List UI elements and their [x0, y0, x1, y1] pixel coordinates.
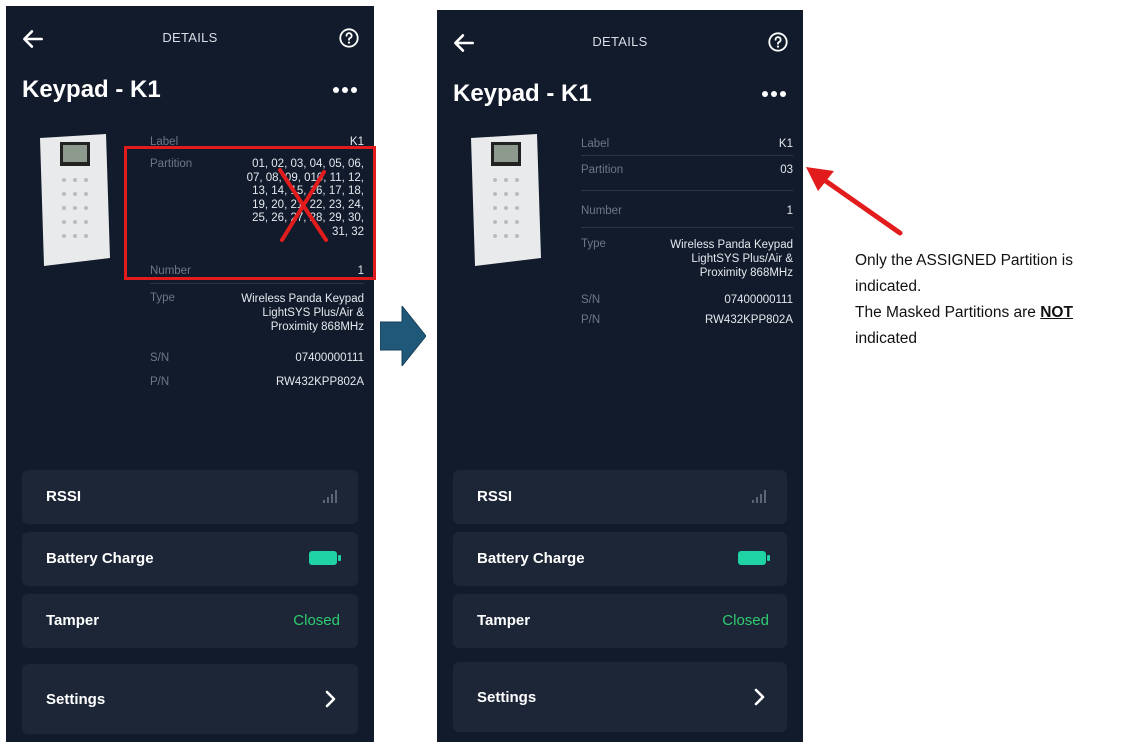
- settings-card[interactable]: Settings: [453, 662, 787, 732]
- settings-card[interactable]: Settings: [22, 664, 358, 734]
- annotation-line2-suffix: indicated: [855, 330, 918, 347]
- pointer-arrow-icon: [806, 167, 903, 236]
- highlight-box: [124, 146, 376, 280]
- detail-row-type: Type Wireless Panda Keypad LightSYS Plus…: [150, 292, 364, 334]
- tamper-card[interactable]: Tamper Closed: [22, 594, 358, 648]
- divider: [581, 155, 793, 156]
- detail-row-pn: P/N RW432KPP802A: [150, 376, 364, 388]
- battery-icon: [738, 551, 770, 565]
- detail-row-number: Number 1: [581, 205, 793, 217]
- tamper-status: Closed: [293, 612, 340, 629]
- label-key: Label: [581, 138, 610, 150]
- settings-label: Settings: [46, 691, 106, 708]
- sn-key: S/N: [150, 352, 170, 364]
- device-title: Keypad - K1: [22, 76, 161, 103]
- pn-value: RW432KPP802A: [704, 314, 793, 326]
- detail-row-sn: S/N 07400000111: [581, 294, 793, 306]
- signal-icon: [323, 490, 337, 503]
- device-title: Keypad - K1: [453, 80, 592, 107]
- left-screen: DETAILS Keypad - K1 Label K1 Partition 0…: [6, 6, 374, 742]
- more-icon[interactable]: [332, 86, 358, 94]
- page-title: DETAILS: [592, 34, 648, 49]
- divider: [581, 190, 793, 191]
- keypad-device-image: [40, 134, 110, 266]
- annotation-line2-prefix: The Masked Partitions are: [855, 304, 1041, 321]
- detail-row-pn: P/N RW432KPP802A: [581, 314, 793, 326]
- partition-key: Partition: [581, 164, 624, 176]
- battery-label: Battery Charge: [46, 550, 154, 567]
- rssi-card[interactable]: RSSI: [22, 470, 358, 524]
- type-key: Type: [581, 238, 606, 250]
- pn-key: P/N: [581, 314, 601, 326]
- help-icon[interactable]: [338, 27, 360, 49]
- sn-value: 07400000111: [724, 294, 793, 306]
- tamper-label: Tamper: [477, 612, 531, 629]
- number-value: 1: [786, 205, 793, 217]
- page-title: DETAILS: [162, 30, 218, 45]
- partition-value: 03: [780, 164, 793, 176]
- signal-icon: [752, 490, 766, 503]
- rssi-label: RSSI: [477, 488, 513, 505]
- battery-card[interactable]: Battery Charge: [22, 532, 358, 586]
- detail-row-type: Type Wireless Panda Keypad LightSYS Plus…: [581, 238, 793, 280]
- type-key: Type: [150, 292, 175, 304]
- annotation-line1: Only the ASSIGNED Partition is indicated…: [855, 252, 1073, 295]
- type-value: Wireless Panda Keypad LightSYS Plus/Air …: [670, 239, 793, 279]
- divider: [581, 227, 793, 228]
- sn-key: S/N: [581, 294, 601, 306]
- detail-row-sn: S/N 07400000111: [150, 352, 364, 364]
- battery-icon: [309, 551, 341, 565]
- pn-key: P/N: [150, 376, 170, 388]
- battery-card[interactable]: Battery Charge: [453, 532, 787, 586]
- label-value: K1: [778, 138, 793, 150]
- tamper-status: Closed: [722, 612, 769, 629]
- rssi-label: RSSI: [46, 488, 82, 505]
- chevron-right-icon: [325, 690, 336, 708]
- details-panel: Label K1 Partition 03 Number 1 Type Wire…: [581, 138, 793, 326]
- detail-row-partition: Partition 03: [581, 164, 793, 176]
- rssi-card[interactable]: RSSI: [453, 470, 787, 524]
- settings-label: Settings: [477, 689, 537, 706]
- flow-arrow-icon: [380, 306, 426, 366]
- right-screen: DETAILS Keypad - K1 Label K1 Partition 0…: [437, 10, 803, 742]
- annotation-line2: The Masked Partitions are NOT indicated: [855, 300, 1135, 352]
- battery-label: Battery Charge: [477, 550, 585, 567]
- top-bar: DETAILS: [437, 28, 803, 58]
- type-value: Wireless Panda Keypad LightSYS Plus/Air …: [241, 293, 364, 333]
- sn-value: 07400000111: [295, 352, 364, 364]
- top-bar: DETAILS: [6, 24, 374, 54]
- annotation-note: Only the ASSIGNED Partition is indicated…: [855, 248, 1135, 352]
- number-key: Number: [581, 205, 622, 217]
- help-icon[interactable]: [767, 31, 789, 53]
- chevron-right-icon: [754, 688, 765, 706]
- keypad-device-image: [471, 134, 541, 266]
- detail-row-label: Label K1: [581, 138, 793, 150]
- annotation-not: NOT: [1040, 304, 1073, 321]
- divider: [150, 283, 364, 284]
- more-icon[interactable]: [761, 90, 787, 98]
- pn-value: RW432KPP802A: [275, 376, 364, 388]
- cross-out-icon: [278, 168, 328, 242]
- tamper-card[interactable]: Tamper Closed: [453, 594, 787, 648]
- tamper-label: Tamper: [46, 612, 100, 629]
